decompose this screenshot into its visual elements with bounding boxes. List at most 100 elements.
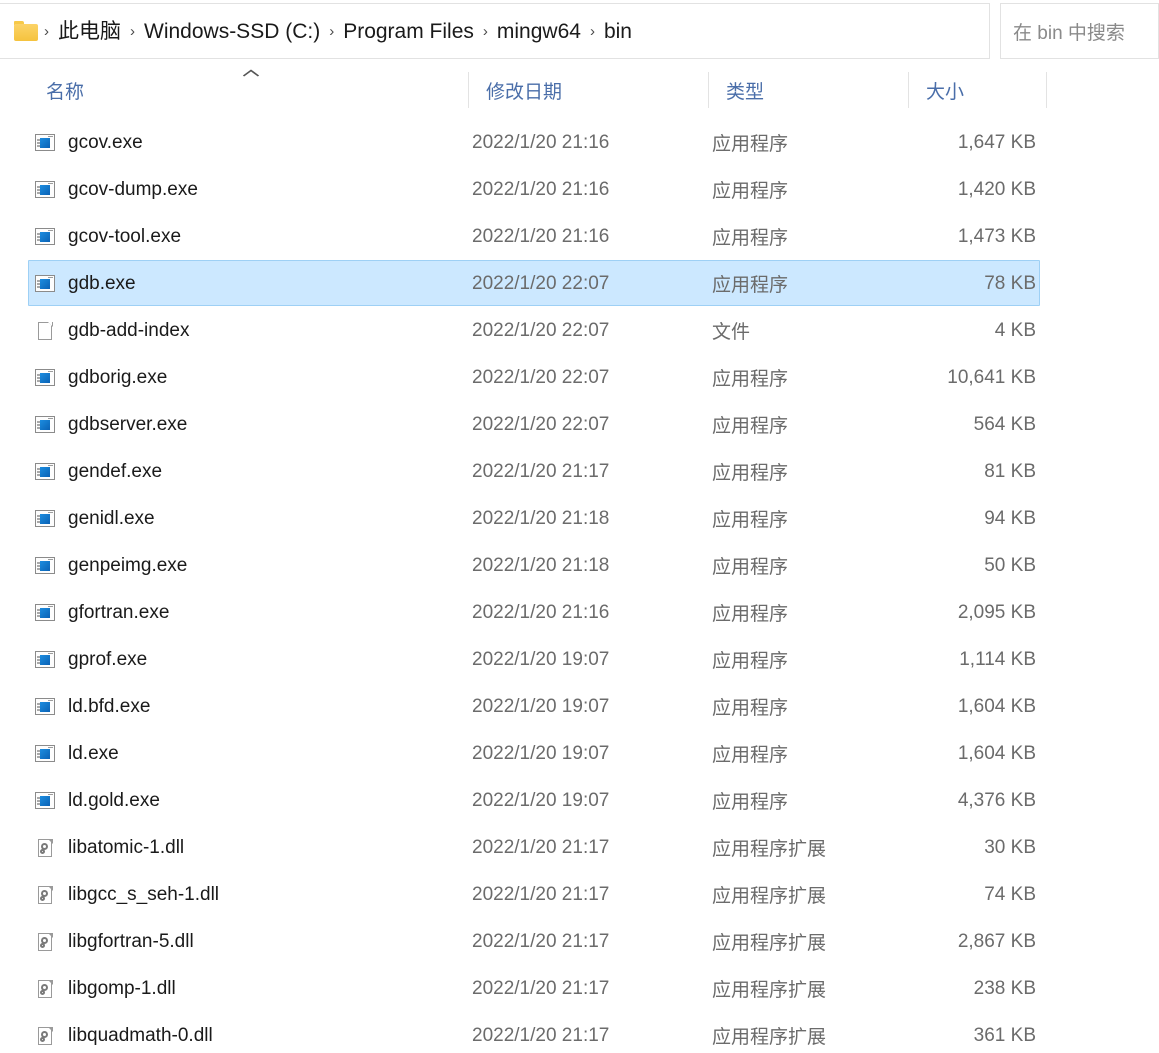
application-exe-icon	[34, 180, 56, 200]
file-type-cell: 应用程序	[712, 698, 789, 719]
file-date-cell: 2022/1/20 21:16	[472, 225, 610, 247]
breadcrumb-separator: ›	[589, 22, 595, 40]
file-date-cell: 2022/1/20 21:16	[472, 131, 610, 153]
file-row[interactable]: gdb.exe 2022/1/20 22:07 应用程序 78 KB	[0, 260, 1159, 307]
file-name-cell: gprof.exe	[34, 636, 147, 683]
file-row[interactable]: gcov.exe 2022/1/20 21:16 应用程序 1,647 KB	[0, 119, 1159, 166]
file-size-cell: 10,641 KB	[947, 366, 1036, 388]
file-name-label: libgcc_s_seh-1.dll	[68, 883, 220, 905]
column-header-type[interactable]: 类型	[708, 63, 908, 117]
file-date-cell: 2022/1/20 21:17	[472, 930, 610, 952]
file-type-cell: 应用程序扩展	[712, 933, 827, 954]
file-type-cell: 应用程序	[712, 275, 789, 296]
column-header-row: 名称 修改日期 类型 大小	[0, 63, 1159, 117]
application-exe-icon	[34, 650, 56, 670]
file-row[interactable]: gcov-dump.exe 2022/1/20 21:16 应用程序 1,420 KB	[0, 166, 1159, 213]
file-row[interactable]: gdbserver.exe 2022/1/20 22:07 应用程序 564 KB	[0, 401, 1159, 448]
file-list[interactable]: gcov.exe 2022/1/20 21:16 应用程序 1,647 KB gcov-…	[0, 119, 1159, 1053]
file-name-label: libquadmath-0.dll	[68, 1024, 213, 1046]
folder-icon	[14, 21, 38, 41]
file-name-cell: libatomic-1.dll	[34, 824, 184, 871]
file-row[interactable]: gendef.exe 2022/1/20 21:17 应用程序 81 KB	[0, 448, 1159, 495]
file-date-cell: 2022/1/20 22:07	[472, 272, 610, 294]
file-type-cell: 应用程序	[712, 369, 789, 390]
file-size-cell: 238 KB	[973, 977, 1036, 999]
file-type-cell: 应用程序	[712, 228, 789, 249]
file-name-label: libatomic-1.dll	[68, 836, 185, 858]
file-row[interactable]: libgcc_s_seh-1.dll 2022/1/20 21:17 应用程序扩展 7…	[0, 871, 1159, 918]
column-header-date-modified[interactable]: 修改日期	[468, 63, 708, 117]
file-row[interactable]: ld.bfd.exe 2022/1/20 19:07 应用程序 1,604 KB	[0, 683, 1159, 730]
breadcrumb-item-2[interactable]: Windows-SSD (C:)	[137, 18, 327, 45]
file-size-cell: 2,095 KB	[957, 601, 1036, 623]
file-date-cell: 2022/1/20 21:18	[472, 554, 610, 576]
file-type-cell: 应用程序	[712, 181, 789, 202]
dll-file-icon	[34, 838, 56, 858]
file-date-cell: 2022/1/20 22:07	[472, 413, 610, 435]
file-row[interactable]: gprof.exe 2022/1/20 19:07 应用程序 1,114 KB	[0, 636, 1159, 683]
file-name-label: gprof.exe	[68, 648, 148, 670]
file-size-cell: 2,867 KB	[957, 930, 1036, 952]
file-size-cell: 1,473 KB	[957, 225, 1036, 247]
file-date-cell: 2022/1/20 22:07	[472, 319, 610, 341]
file-row[interactable]: gfortran.exe 2022/1/20 21:16 应用程序 2,095 KB	[0, 589, 1159, 636]
file-name-label: ld.gold.exe	[68, 789, 160, 811]
file-name-label: gfortran.exe	[68, 601, 170, 623]
file-name-cell: gendef.exe	[34, 448, 162, 495]
file-name-label: libgfortran-5.dll	[68, 930, 194, 952]
application-exe-icon	[34, 133, 56, 153]
file-row[interactable]: ld.exe 2022/1/20 19:07 应用程序 1,604 KB	[0, 730, 1159, 777]
file-date-cell: 2022/1/20 21:17	[472, 1024, 610, 1046]
search-placeholder: 在 bin 中搜索	[1013, 22, 1125, 44]
file-type-cell: 应用程序	[712, 416, 789, 437]
breadcrumb-separator: ›	[329, 22, 335, 40]
file-row[interactable]: gdborig.exe 2022/1/20 22:07 应用程序 10,641 KB	[0, 354, 1159, 401]
file-row[interactable]: genidl.exe 2022/1/20 21:18 应用程序 94 KB	[0, 495, 1159, 542]
file-row[interactable]: libgomp-1.dll 2022/1/20 21:17 应用程序扩展 238 KB	[0, 965, 1159, 1012]
file-date-cell: 2022/1/20 21:16	[472, 601, 610, 623]
file-name-label: ld.bfd.exe	[68, 695, 151, 717]
file-row[interactable]: libatomic-1.dll 2022/1/20 21:17 应用程序扩展 30 K…	[0, 824, 1159, 871]
file-name-cell: genidl.exe	[34, 495, 155, 542]
file-size-cell: 81 KB	[984, 460, 1036, 482]
file-date-cell: 2022/1/20 21:18	[472, 507, 610, 529]
file-size-cell: 361 KB	[973, 1024, 1036, 1046]
file-type-cell: 应用程序	[712, 604, 789, 625]
file-row[interactable]: gdb-add-index 2022/1/20 22:07 文件 4 KB	[0, 307, 1159, 354]
file-name-label: libgomp-1.dll	[68, 977, 176, 999]
application-exe-icon	[34, 274, 56, 294]
file-name-cell: ld.gold.exe	[34, 777, 160, 824]
file-row[interactable]: libgfortran-5.dll 2022/1/20 21:17 应用程序扩展 2,…	[0, 918, 1159, 965]
file-row[interactable]: gcov-tool.exe 2022/1/20 21:16 应用程序 1,473 KB	[0, 213, 1159, 260]
file-name-label: genpeimg.exe	[68, 554, 188, 576]
file-name-cell: ld.bfd.exe	[34, 683, 150, 730]
file-row[interactable]: libquadmath-0.dll 2022/1/20 21:17 应用程序扩展 36…	[0, 1012, 1159, 1053]
breadcrumb-path-box[interactable]: › 此电脑 › Windows-SSD (C:) › Program Files › ming…	[0, 3, 990, 59]
file-size-cell: 1,114 KB	[959, 648, 1036, 670]
dll-file-icon	[34, 885, 56, 905]
file-type-cell: 应用程序扩展	[712, 886, 827, 907]
search-input[interactable]: 在 bin 中搜索	[1000, 3, 1159, 59]
file-name-cell: gcov-dump.exe	[34, 166, 198, 213]
breadcrumb-item-4[interactable]: mingw64	[490, 18, 588, 45]
file-size-cell: 564 KB	[973, 413, 1036, 435]
column-header-size[interactable]: 大小	[908, 63, 1046, 117]
breadcrumb-separator: ›	[482, 22, 488, 40]
dll-file-icon	[34, 979, 56, 999]
file-size-cell: 4 KB	[994, 319, 1036, 341]
file-type-cell: 应用程序	[712, 745, 789, 766]
breadcrumb-separator: ›	[44, 22, 49, 40]
application-exe-icon	[34, 227, 56, 247]
breadcrumb-item-5[interactable]: bin	[597, 18, 639, 45]
file-size-cell: 1,420 KB	[957, 178, 1036, 200]
file-name-label: gcov-dump.exe	[68, 178, 198, 200]
file-name-cell: gdborig.exe	[34, 354, 167, 401]
file-row[interactable]: ld.gold.exe 2022/1/20 19:07 应用程序 4,376 KB	[0, 777, 1159, 824]
file-size-cell: 78 KB	[984, 272, 1036, 294]
file-date-cell: 2022/1/20 19:07	[472, 648, 610, 670]
file-name-label: gdbserver.exe	[68, 413, 188, 435]
file-row[interactable]: genpeimg.exe 2022/1/20 21:18 应用程序 50 KB	[0, 542, 1159, 589]
breadcrumb-item-1[interactable]: 此电脑	[51, 18, 128, 45]
breadcrumb-item-3[interactable]: Program Files	[336, 18, 481, 45]
file-size-cell: 94 KB	[984, 507, 1036, 529]
